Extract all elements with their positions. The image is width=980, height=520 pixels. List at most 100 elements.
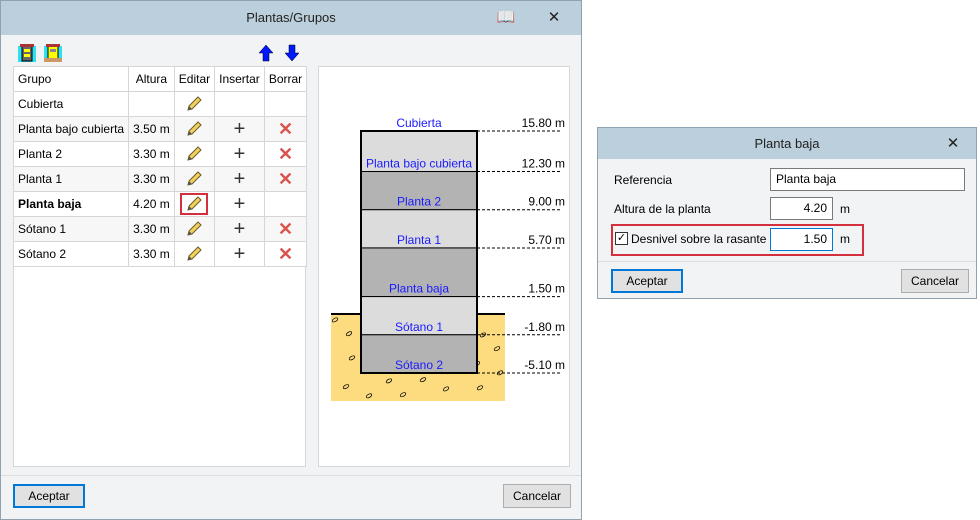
- planta-baja-dialog: Planta baja ✕ Referencia Planta baja Alt…: [597, 127, 977, 299]
- delete-x-icon[interactable]: ✕: [278, 219, 293, 239]
- table-row[interactable]: Cubierta: [12, 91, 308, 117]
- delete-cell: [263, 91, 308, 117]
- desnivel-input[interactable]: 1.50: [770, 228, 833, 251]
- delete-x-icon[interactable]: ✕: [278, 144, 293, 164]
- dialog-title: Planta baja: [754, 136, 820, 151]
- delete-cell: ✕: [263, 116, 308, 142]
- grupo-cell: Cubierta: [12, 91, 130, 117]
- cancel-button[interactable]: Cancelar: [503, 484, 571, 508]
- delete-x-icon[interactable]: ✕: [278, 244, 293, 264]
- altura-cell: [128, 91, 175, 117]
- referencia-input[interactable]: Planta baja: [770, 168, 965, 191]
- level-elevation: 12.30 m: [522, 157, 565, 171]
- edit-cell: [173, 166, 216, 192]
- delete-cell: ✕: [263, 241, 308, 267]
- delete-x-icon[interactable]: ✕: [278, 169, 293, 189]
- edit-cell: [173, 116, 216, 142]
- footer-divider: [1, 475, 581, 476]
- insert-cell: +: [214, 116, 265, 142]
- close-icon[interactable]: ✕: [539, 1, 569, 35]
- altura-cell: 4.20 m: [128, 191, 175, 217]
- building-diagram-panel: Cubierta 15.80 m Planta bajo cubierta 12.30…: [318, 66, 570, 467]
- insert-plus-icon[interactable]: +: [234, 218, 246, 240]
- insert-plus-icon[interactable]: +: [234, 193, 246, 215]
- accept-button[interactable]: Aceptar: [13, 484, 85, 508]
- grupo-cell: Planta 1: [12, 166, 130, 192]
- edit-cell: [173, 241, 216, 267]
- window-title: Plantas/Grupos: [246, 10, 336, 25]
- table-row[interactable]: Sótano 2 3.30 m + ✕: [12, 241, 308, 267]
- edit-cell: [173, 91, 216, 117]
- edit-pencil-icon[interactable]: [185, 245, 203, 263]
- close-icon[interactable]: ✕: [938, 128, 968, 159]
- table-row[interactable]: Planta bajo cubierta 3.50 m + ✕: [12, 116, 308, 142]
- edit-cell: [173, 141, 216, 167]
- col-insertar: Insertar: [214, 66, 265, 92]
- edit-pencil-icon[interactable]: [185, 170, 203, 188]
- dialog-title-bar: Planta baja ✕: [598, 128, 976, 159]
- grupo-cell: Planta 2: [12, 141, 130, 167]
- col-altura: Altura: [128, 66, 175, 92]
- col-borrar: Borrar: [263, 66, 308, 92]
- col-grupo: Grupo: [12, 66, 130, 92]
- insert-plus-icon[interactable]: +: [234, 143, 246, 165]
- level-elevation: 9.00 m: [528, 195, 565, 209]
- grupo-cell: Sótano 1: [12, 216, 130, 242]
- title-bar: Plantas/Grupos 📖 ✕: [1, 1, 581, 35]
- altura-unit: m: [840, 202, 850, 216]
- insert-cell: +: [214, 241, 265, 267]
- level-name: Cubierta: [396, 116, 442, 130]
- level-elevation: 15.80 m: [522, 116, 565, 130]
- insert-cell: +: [214, 216, 265, 242]
- level-name: Planta bajo cubierta: [366, 157, 472, 171]
- table-row[interactable]: Planta 1 3.30 m + ✕: [12, 166, 308, 192]
- insert-plus-icon[interactable]: +: [234, 243, 246, 265]
- delete-cell: ✕: [263, 141, 308, 167]
- altura-label: Altura de la planta: [614, 202, 711, 216]
- desnivel-unit: m: [840, 232, 850, 246]
- book-icon[interactable]: 📖: [491, 1, 521, 35]
- edit-pencil-icon[interactable]: [185, 220, 203, 238]
- level-name: Sótano 2: [395, 358, 443, 372]
- delete-cell: [263, 191, 308, 217]
- floor-table: Grupo Altura Editar Insertar Borrar Cubi…: [12, 66, 308, 267]
- insert-cell: +: [214, 141, 265, 167]
- table-row[interactable]: Planta 2 3.30 m + ✕: [12, 141, 308, 167]
- insert-cell: +: [214, 191, 265, 217]
- insert-plus-icon[interactable]: +: [234, 118, 246, 140]
- insert-plus-icon[interactable]: +: [234, 168, 246, 190]
- level-name: Planta 1: [397, 233, 441, 247]
- delete-cell: ✕: [263, 216, 308, 242]
- desnivel-checkbox[interactable]: ✓: [615, 232, 628, 245]
- insert-cell: +: [214, 166, 265, 192]
- altura-input[interactable]: 4.20: [770, 197, 833, 220]
- dialog-footer-divider: [598, 261, 976, 262]
- dialog-accept-button[interactable]: Aceptar: [611, 269, 683, 293]
- table-row[interactable]: Sótano 1 3.30 m + ✕: [12, 216, 308, 242]
- level-name: Planta baja: [389, 282, 449, 296]
- edit-pencil-icon[interactable]: [185, 145, 203, 163]
- delete-x-icon[interactable]: ✕: [278, 119, 293, 139]
- referencia-label: Referencia: [614, 173, 673, 187]
- insert-cell: [214, 91, 265, 117]
- altura-cell: 3.30 m: [128, 141, 175, 167]
- table-header: Grupo Altura Editar Insertar Borrar: [12, 66, 308, 92]
- edit-pencil-icon[interactable]: [185, 95, 203, 113]
- move-down-arrow-icon[interactable]: [284, 44, 300, 62]
- table-row[interactable]: Planta baja 4.20 m +: [12, 191, 308, 217]
- add-floor-below-icon[interactable]: [44, 44, 62, 62]
- grupo-cell: Planta bajo cubierta: [12, 116, 130, 142]
- edit-cell: [173, 191, 216, 217]
- altura-cell: 3.30 m: [128, 166, 175, 192]
- dialog-cancel-button[interactable]: Cancelar: [901, 269, 969, 293]
- add-floor-above-icon[interactable]: [18, 44, 36, 62]
- altura-cell: 3.30 m: [128, 216, 175, 242]
- edit-pencil-icon[interactable]: [185, 120, 203, 138]
- desnivel-label[interactable]: Desnivel sobre la rasante: [631, 232, 766, 246]
- move-up-arrow-icon[interactable]: [258, 44, 274, 62]
- level-elevation: 5.70 m: [528, 233, 565, 247]
- edit-pencil-icon[interactable]: [180, 193, 209, 215]
- altura-cell: 3.50 m: [128, 116, 175, 142]
- grupo-cell: Planta baja: [12, 191, 130, 217]
- level-elevation: -1.80 m: [524, 320, 565, 334]
